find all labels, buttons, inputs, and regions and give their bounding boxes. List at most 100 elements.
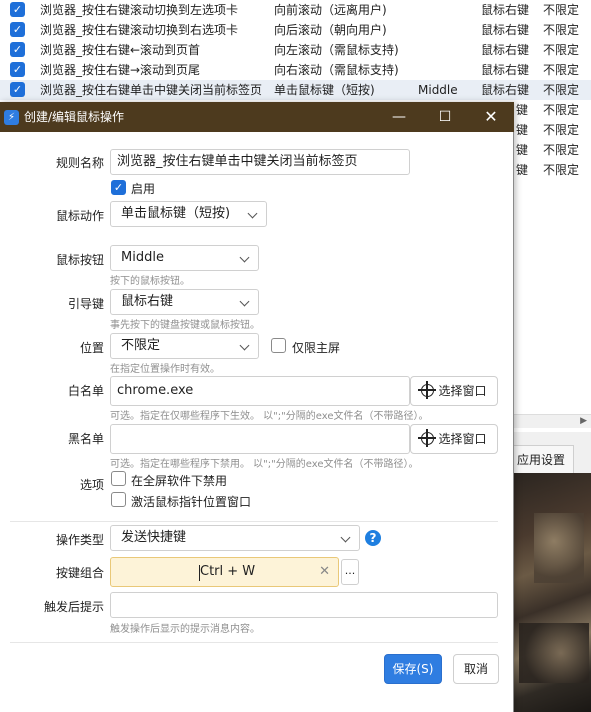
- mouse-button-hint: 按下的鼠标按钮。: [110, 276, 190, 287]
- disable-in-fullscreen-label: 在全屏软件下禁用: [131, 474, 228, 488]
- rule-key-cell: 鼠标右键: [481, 3, 530, 17]
- position-label: 位置: [79, 341, 104, 355]
- check-icon[interactable]: ✓: [10, 2, 25, 17]
- leader-key-hint: 事先按下的键盘按键或鼠标按钮。: [110, 320, 260, 331]
- activate-window-under-cursor-checkbox[interactable]: [111, 492, 126, 507]
- section-divider: [10, 521, 498, 522]
- rule-position-cell: 不限定: [543, 83, 580, 97]
- post-prompt-hint: 触发操作后显示的提示消息内容。: [110, 624, 260, 635]
- rule-position-cell: 不限定: [543, 123, 580, 137]
- chevron-down-icon: [239, 340, 250, 351]
- horizontal-scrollbar[interactable]: ▶: [514, 414, 591, 428]
- leader-key-label: 引导键: [67, 297, 104, 311]
- check-icon[interactable]: ✓: [10, 22, 25, 37]
- mouse-action-select[interactable]: 单击鼠标键（短按): [110, 201, 267, 227]
- check-icon[interactable]: ✓: [10, 82, 25, 97]
- rule-row[interactable]: ✓ 浏览器_按住右键→滚动到页尾 向右滚动（需鼠标支持) 鼠标右键 不限定: [0, 60, 591, 80]
- rule-position-cell: 不限定: [543, 103, 580, 117]
- rule-key-cell: 鼠标右键: [481, 43, 530, 57]
- desktop-wallpaper: [514, 473, 591, 712]
- select-window-label: 选择窗口: [438, 384, 487, 398]
- rule-key-cell: 键: [516, 143, 529, 157]
- chevron-down-icon: [239, 296, 250, 307]
- rule-action-cell: 向后滚动（朝向用户): [274, 23, 387, 37]
- maximize-button[interactable]: ☐: [422, 102, 468, 132]
- operation-type-select[interactable]: 发送快捷键: [110, 525, 360, 551]
- enabled-checkbox[interactable]: ✓: [111, 180, 126, 195]
- tab-label: 应用设置: [516, 453, 565, 467]
- rule-key-cell: 鼠标右键: [481, 63, 530, 77]
- check-icon[interactable]: ✓: [10, 62, 25, 77]
- mouse-action-label: 鼠标动作: [55, 209, 104, 223]
- operation-type-value: 发送快捷键: [121, 530, 187, 545]
- enabled-label: 启用: [131, 182, 156, 196]
- mouse-action-value: 单击鼠标键（短按): [121, 206, 231, 221]
- leader-key-value: 鼠标右键: [121, 294, 174, 309]
- rule-row-selected[interactable]: ✓ 浏览器_按住右键单击中键关闭当前标签页 单击鼠标键（短按) Middle 鼠…: [0, 80, 591, 100]
- rule-key-cell: 鼠标右键: [481, 23, 530, 37]
- whitelist-hint: 可选。指定在仅哪些程序下生效。 以";"分隔的exe文件名（不带路径）。: [110, 411, 429, 422]
- rule-name-label: 规则名称: [55, 156, 104, 170]
- hotkey-more-button[interactable]: ...: [341, 559, 359, 585]
- chevron-down-icon: [340, 532, 351, 543]
- question-icon[interactable]: ?: [365, 530, 381, 546]
- hotkey-input[interactable]: Ctrl + W ✕: [110, 557, 339, 587]
- rule-button-cell: Middle: [418, 83, 458, 97]
- blacklist-select-window-button[interactable]: 选择窗口: [410, 424, 498, 454]
- rule-action-cell: 单击鼠标键（短按): [274, 83, 375, 97]
- whitelist-input[interactable]: chrome.exe: [110, 376, 410, 406]
- rule-name-cell: 浏览器_按住右键滚动切换到右选项卡: [40, 23, 239, 37]
- minimize-button[interactable]: —: [376, 102, 422, 132]
- rule-key-cell: 键: [516, 163, 529, 177]
- options-label: 选项: [79, 478, 104, 492]
- rule-action-cell: 向右滚动（需鼠标支持): [274, 63, 399, 77]
- rule-row[interactable]: ✓ 浏览器_按住右键←滚动到页首 向左滚动（需鼠标支持) 鼠标右键 不限定: [0, 40, 591, 60]
- primary-screen-only-label: 仅限主屏: [292, 341, 341, 355]
- close-button[interactable]: ✕: [468, 102, 514, 132]
- rule-name-cell: 浏览器_按住右键滚动切换到左选项卡: [40, 3, 239, 17]
- rule-key-cell: 鼠标右键: [481, 83, 530, 97]
- leader-key-select[interactable]: 鼠标右键: [110, 289, 259, 315]
- post-prompt-input[interactable]: [110, 592, 498, 618]
- rule-position-cell: 不限定: [543, 143, 580, 157]
- check-icon[interactable]: ✓: [10, 42, 25, 57]
- cancel-button[interactable]: 取消: [453, 654, 499, 684]
- edit-mouse-action-dialog: ⚡ 创建/编辑鼠标操作 — ☐ ✕ 规则名称 浏览器_按住右键单击中键关闭当前标…: [0, 102, 514, 712]
- save-button[interactable]: 保存(S): [384, 654, 442, 684]
- mouse-button-label: 鼠标按钮: [55, 253, 104, 267]
- activate-window-under-cursor-label: 激活鼠标指针位置窗口: [131, 495, 252, 509]
- post-prompt-label: 触发后提示: [43, 600, 104, 614]
- mouse-button-value: Middle: [121, 250, 164, 265]
- chevron-down-icon: [247, 208, 258, 219]
- rule-position-cell: 不限定: [543, 23, 580, 37]
- rule-name-input[interactable]: 浏览器_按住右键单击中键关闭当前标签页: [110, 149, 410, 175]
- arrow-right-icon[interactable]: ▶: [580, 416, 587, 426]
- rule-action-cell: 向左滚动（需鼠标支持): [274, 43, 399, 57]
- chevron-down-icon: [239, 252, 250, 263]
- whitelist-label: 白名单: [67, 384, 104, 398]
- rule-action-cell: 向前滚动（远离用户): [274, 3, 387, 17]
- rule-name-cell: 浏览器_按住右键单击中键关闭当前标签页: [40, 83, 263, 97]
- dialog-titlebar[interactable]: ⚡ 创建/编辑鼠标操作 — ☐ ✕: [0, 102, 514, 132]
- rule-name-cell: 浏览器_按住右键→滚动到页尾: [40, 63, 201, 77]
- position-select[interactable]: 不限定: [110, 333, 259, 359]
- rule-row[interactable]: ✓ 浏览器_按住右键滚动切换到右选项卡 向后滚动（朝向用户) 鼠标右键 不限定: [0, 20, 591, 40]
- rule-name-cell: 浏览器_按住右键←滚动到页首: [40, 43, 201, 57]
- primary-screen-only-checkbox[interactable]: [271, 338, 286, 353]
- tab-app-settings[interactable]: 应用设置: [508, 445, 574, 473]
- crosshair-icon: [418, 429, 437, 447]
- blacklist-input[interactable]: [110, 424, 410, 454]
- mouse-button-select[interactable]: Middle: [110, 245, 259, 271]
- rule-key-cell: 键: [516, 103, 529, 117]
- position-value: 不限定: [121, 338, 161, 353]
- whitelist-select-window-button[interactable]: 选择窗口: [410, 376, 498, 406]
- clear-icon[interactable]: ✕: [319, 558, 330, 586]
- rule-key-cell: 键: [516, 123, 529, 137]
- operation-type-label: 操作类型: [55, 533, 104, 547]
- rule-position-cell: 不限定: [543, 63, 580, 77]
- disable-in-fullscreen-checkbox[interactable]: [111, 471, 126, 486]
- blacklist-label: 黑名单: [67, 432, 104, 446]
- app-logo-icon: ⚡: [4, 110, 19, 125]
- rule-row[interactable]: ✓ 浏览器_按住右键滚动切换到左选项卡 向前滚动（远离用户) 鼠标右键 不限定: [0, 0, 591, 20]
- hotkey-value: Ctrl + W: [200, 564, 256, 579]
